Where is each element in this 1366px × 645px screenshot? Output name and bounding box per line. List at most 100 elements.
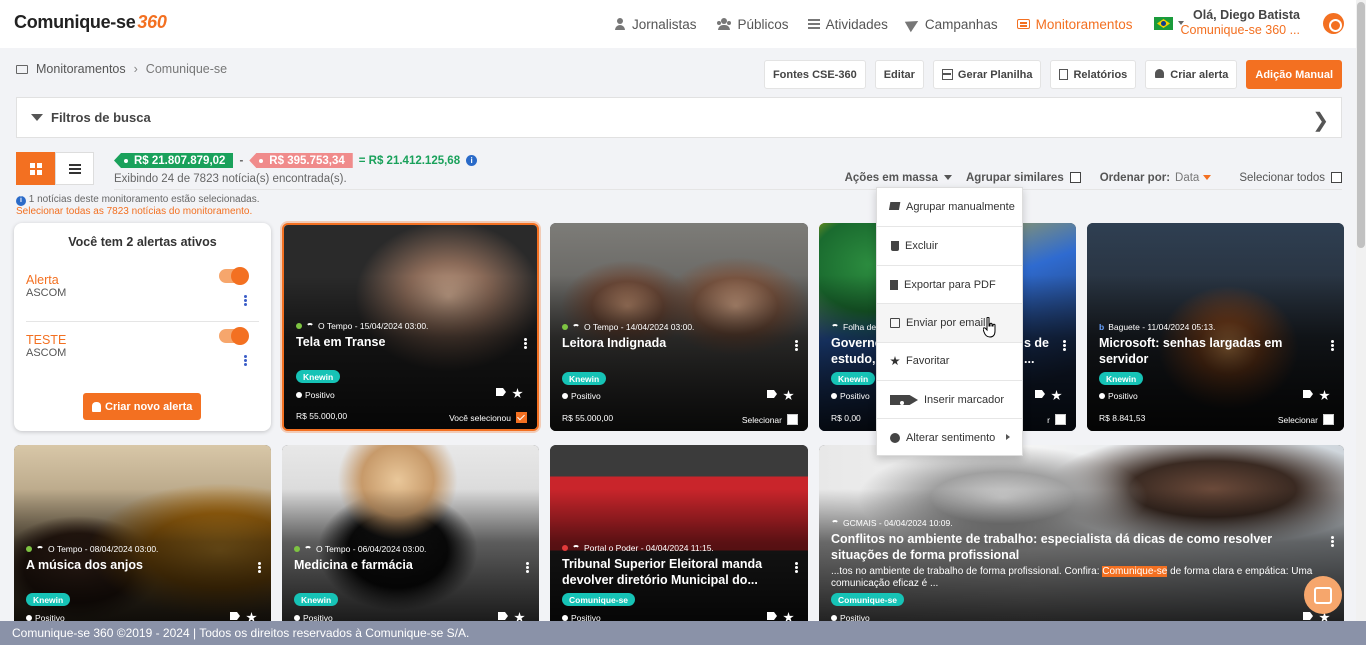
nav-item-atividades[interactable]: Atividades xyxy=(807,17,888,32)
news-card[interactable]: Portal o Poder - 04/04/2024 11:15. Tribu… xyxy=(550,445,808,621)
editar-button[interactable]: Editar xyxy=(874,60,924,89)
nav-item-monitoramentos[interactable]: Monitoramentos xyxy=(1016,17,1132,32)
new-alert-button[interactable]: Criar novo alerta xyxy=(83,393,202,420)
fontes-button[interactable]: Fontes CSE-360 xyxy=(763,60,866,89)
alert-toggle[interactable] xyxy=(219,327,249,345)
card-actions xyxy=(496,388,523,399)
tag-icon[interactable] xyxy=(498,612,508,620)
nav-item-publicos[interactable]: Públicos xyxy=(716,17,789,32)
nav-item-campanhas[interactable]: Campanhas xyxy=(907,17,998,32)
breadcrumb-root[interactable]: Monitoramentos xyxy=(36,62,126,76)
menu-item-alterar-sentimento[interactable]: Alterar sentimento xyxy=(877,419,1022,457)
tag-icon[interactable] xyxy=(1035,390,1045,398)
group-similar-toggle[interactable]: Agrupar similares xyxy=(966,172,1081,184)
criar-alerta-button[interactable]: Criar alerta xyxy=(1145,60,1238,89)
tag-icon xyxy=(890,395,918,405)
star-icon[interactable] xyxy=(512,388,523,399)
alert-toggle[interactable] xyxy=(219,267,249,285)
star-icon[interactable] xyxy=(1051,390,1062,401)
nav-item-jornalistas[interactable]: Jornalistas xyxy=(614,17,697,32)
select-checkbox[interactable] xyxy=(787,414,798,425)
news-title[interactable]: Tela em Transe xyxy=(296,334,513,350)
news-card[interactable]: GCMAIS - 04/04/2024 10:09. Conflitos no … xyxy=(819,445,1344,621)
news-card[interactable]: O Tempo - 14/04/2024 03:00. Leitora Indi… xyxy=(550,223,808,431)
main-nav: Jornalistas Públicos Atividades Campanha… xyxy=(614,0,1132,48)
alert-item[interactable]: TESTE ASCOM xyxy=(26,327,259,359)
kebab-menu-icon[interactable] xyxy=(1063,340,1066,343)
news-card[interactable]: b Baguete - 11/04/2024 05:13. Microsoft: … xyxy=(1087,223,1344,431)
news-title[interactable]: Microsoft: senhas largadas em servidor xyxy=(1099,335,1320,367)
menu-item-excluir[interactable]: Excluir xyxy=(877,227,1022,265)
tag-icon[interactable] xyxy=(496,388,506,396)
select-checkbox[interactable] xyxy=(1055,414,1066,425)
news-card[interactable]: O Tempo - 15/04/2024 03:00. Tela em Tran… xyxy=(282,223,539,431)
brazil-flag-icon[interactable] xyxy=(1154,17,1173,30)
kebab-menu-icon[interactable] xyxy=(795,340,798,343)
news-title[interactable]: Medicina e farmácia xyxy=(294,557,515,573)
select-checkbox[interactable] xyxy=(1323,414,1334,425)
kebab-menu-icon[interactable] xyxy=(1331,536,1334,539)
tag-icon[interactable] xyxy=(230,612,240,620)
gerar-planilha-button[interactable]: Gerar Planilha xyxy=(932,60,1042,89)
alert-item[interactable]: Alerta ASCOM xyxy=(26,267,259,299)
tag-icon[interactable] xyxy=(1303,612,1313,620)
star-icon[interactable] xyxy=(514,612,525,621)
news-title[interactable]: Leitora Indignada xyxy=(562,335,784,351)
star-icon[interactable] xyxy=(783,612,794,621)
positive-total-badge: R$ 21.807.879,02 xyxy=(114,153,234,168)
menu-item-enviar-email[interactable]: Enviar por email xyxy=(877,304,1022,342)
star-icon[interactable] xyxy=(246,612,257,621)
wifi-icon xyxy=(304,546,312,552)
kebab-menu-icon[interactable] xyxy=(795,562,798,565)
adicao-manual-button[interactable]: Adição Manual xyxy=(1246,60,1342,89)
select-all-checkbox[interactable] xyxy=(1331,172,1342,184)
list-view-button[interactable] xyxy=(55,152,94,185)
news-card[interactable]: O Tempo - 06/04/2024 03:00. Medicina e f… xyxy=(282,445,539,621)
kebab-menu-icon[interactable] xyxy=(258,562,261,565)
news-title[interactable]: Conflitos no ambiente de trabalho: espec… xyxy=(831,531,1320,563)
source-icon xyxy=(296,323,302,329)
menu-item-agrupar[interactable]: Agrupar manualmente xyxy=(877,188,1022,226)
search-filters-bar[interactable]: Filtros de busca ❯ xyxy=(16,97,1342,138)
gear-icon[interactable] xyxy=(1323,13,1344,34)
star-icon[interactable] xyxy=(783,390,794,401)
sort-select[interactable]: Data xyxy=(1175,172,1211,184)
card-select[interactable]: Você selecionou xyxy=(449,412,527,423)
news-title[interactable]: A música dos anjos xyxy=(26,557,247,573)
card-select[interactable]: Selecionar xyxy=(1278,414,1334,425)
grid-view-button[interactable] xyxy=(16,152,55,185)
news-title[interactable]: Tribunal Superior Eleitoral manda devolv… xyxy=(562,556,784,588)
kebab-menu-icon[interactable] xyxy=(244,355,247,358)
kebab-menu-icon[interactable] xyxy=(524,338,527,341)
card-select[interactable]: Selecionar xyxy=(742,414,798,425)
kebab-menu-icon[interactable] xyxy=(1331,340,1334,343)
app-logo[interactable]: Comunique-se 360 xyxy=(14,12,167,33)
group-similar-checkbox[interactable] xyxy=(1069,172,1081,184)
chevron-right-icon[interactable]: ❯ xyxy=(1312,108,1329,133)
kebab-menu-icon[interactable] xyxy=(244,295,247,298)
menu-item-exportar-pdf[interactable]: Exportar para PDF xyxy=(877,266,1022,304)
star-icon[interactable] xyxy=(1319,390,1330,401)
scrollbar-thumb[interactable] xyxy=(1357,2,1365,248)
user-menu[interactable]: Olá, Diego Batista Comunique-se 360 ... xyxy=(1180,8,1300,38)
bell-icon xyxy=(92,401,101,412)
relatorios-button[interactable]: Relatórios xyxy=(1050,60,1137,89)
chat-support-icon[interactable] xyxy=(1304,576,1342,614)
menu-item-favoritar[interactable]: Favoritar xyxy=(877,342,1022,380)
card-select[interactable]: r xyxy=(1047,414,1066,425)
news-card[interactable]: O Tempo - 08/04/2024 03:00. A música dos… xyxy=(14,445,271,621)
tag-icon[interactable] xyxy=(767,390,777,398)
select-all-toggle[interactable]: Selecionar todos xyxy=(1239,172,1342,184)
page-scrollbar[interactable] xyxy=(1356,0,1366,621)
user-name: Olá, Diego Batista xyxy=(1193,8,1300,22)
checked-checkbox[interactable] xyxy=(516,412,527,423)
filters-label: Filtros de busca xyxy=(51,110,151,125)
kebab-menu-icon[interactable] xyxy=(526,562,529,565)
mass-actions-dropdown[interactable]: Ações em massa xyxy=(845,172,952,184)
tag-icon[interactable] xyxy=(767,612,777,620)
menu-item-inserir-marcador[interactable]: Inserir marcador xyxy=(877,381,1022,419)
info-icon[interactable]: i xyxy=(466,155,478,166)
select-all-link[interactable]: Selecionar todas as 7823 notícias do mon… xyxy=(16,206,259,218)
tag-icon[interactable] xyxy=(1303,390,1313,398)
mass-actions-menu: Agrupar manualmente Excluir Exportar par… xyxy=(876,187,1023,456)
